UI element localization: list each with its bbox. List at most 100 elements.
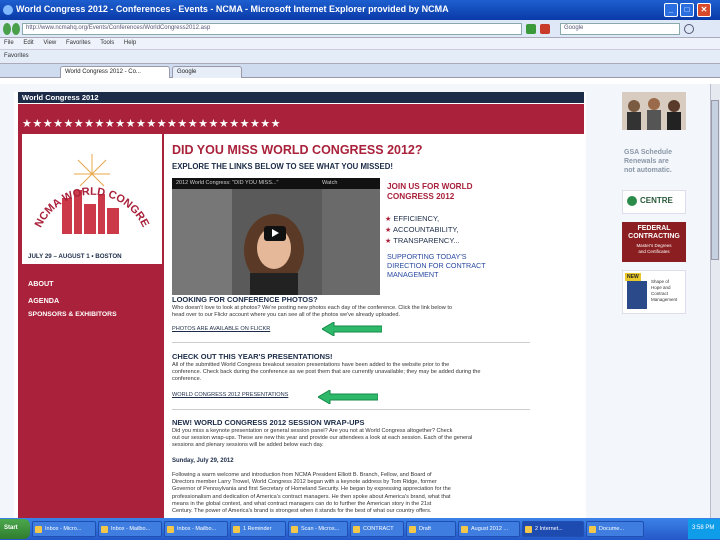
star-bullet-icon: ★: [385, 238, 392, 245]
taskbar-item[interactable]: Inbox - Mailbo...: [164, 521, 228, 537]
bullet-efficiency: ★ EFFICIENCY,: [385, 214, 439, 223]
menu-bar: File Edit View Favorites Tools Help: [0, 38, 720, 50]
tab-bar: World Congress 2012 - Co... Google: [0, 64, 720, 78]
book-line: Management: [651, 297, 678, 302]
outlook-icon: [35, 526, 42, 533]
ad-line: Renewals are: [624, 158, 669, 165]
divider: [172, 342, 530, 343]
taskbar-item[interactable]: CONTRACT: [350, 521, 404, 537]
gsa-schedule-ad[interactable]: GSA Schedule Renewals are not automatic.: [624, 148, 672, 175]
taskbar-label: Draft: [419, 526, 431, 532]
menu-view[interactable]: View: [43, 40, 56, 46]
ad-line: CONTRACTING: [628, 233, 680, 240]
new-book-ad[interactable]: NEW Shape of Hope and Contract Managemen…: [622, 270, 686, 314]
photos-heading: LOOKING FOR CONFERENCE PHOTOS?: [172, 295, 318, 304]
flickr-photos-link[interactable]: PHOTOS ARE AVAILABLE ON FLICKR: [172, 326, 270, 332]
presentations-body: All of the submitted World Congress brea…: [172, 362, 480, 384]
taskbar-label: 2 Internet...: [535, 526, 563, 532]
minimize-button[interactable]: _: [664, 3, 678, 17]
stop-icon[interactable]: [540, 24, 550, 34]
taskbar-item[interactable]: Inbox - Micro...: [32, 521, 96, 537]
arrow-left-icon: [318, 390, 378, 404]
search-input[interactable]: Google: [560, 23, 680, 35]
favorites-bar: Favorites: [0, 50, 720, 64]
event-dates: JULY 29 – AUGUST 1 • BOSTON: [22, 250, 162, 264]
outlook-icon: [101, 526, 108, 533]
nav-sponsors-exhibitors[interactable]: SPONSORS & EXHIBITORS: [28, 311, 117, 318]
forward-icon[interactable]: [12, 23, 20, 35]
taskbar-item[interactable]: Inbox - Mailbo...: [98, 521, 162, 537]
tab-world-congress[interactable]: World Congress 2012 - Co...: [60, 66, 170, 78]
banner-bar: World Congress 2012: [18, 92, 584, 103]
federal-contracting-ad[interactable]: FEDERAL CONTRACTING Master's Degrees and…: [622, 222, 686, 262]
menu-file[interactable]: File: [4, 40, 14, 46]
taskbar-label: 1 Reminder: [243, 526, 272, 532]
bullet-accountability: ★ ACCOUNTABILITY,: [385, 225, 459, 234]
taskbar-label: Scan - Micros...: [301, 526, 340, 532]
taskbar-item[interactable]: Scan - Micros...: [288, 521, 348, 537]
nav-about[interactable]: ABOUT: [28, 279, 54, 288]
book-cover-icon: [627, 281, 647, 309]
taskbar-item[interactable]: Docume...: [586, 521, 644, 537]
search-icon[interactable]: [684, 24, 694, 34]
tagline-line: SUPPORTING TODAY'S: [387, 252, 467, 261]
ad-line: not automatic.: [624, 167, 672, 174]
folder-icon: [353, 526, 360, 533]
video-player[interactable]: 2012 World Congress: "DID YOU MISS..." W…: [172, 178, 380, 295]
nav-agenda[interactable]: AGENDA: [28, 296, 59, 305]
taskbar-label: Inbox - Micro...: [45, 526, 82, 532]
back-icon[interactable]: [3, 23, 11, 35]
ad-line: GSA Schedule: [624, 149, 672, 156]
outlook-icon: [167, 526, 174, 533]
menu-help[interactable]: Help: [124, 40, 136, 46]
menu-favorites[interactable]: Favorites: [66, 40, 91, 46]
sunday-summary: Following a warm welcome and introductio…: [172, 472, 451, 515]
session-date: Sunday, July 29, 2012: [172, 458, 234, 464]
document-icon: [409, 526, 416, 533]
favorites-button[interactable]: Favorites: [4, 53, 29, 59]
address-field[interactable]: http://www.ncmahq.org/Events/Conferences…: [22, 23, 522, 35]
start-button[interactable]: Start: [0, 519, 30, 539]
logo-graphic: NCMA WORLD CONGRESS 2012: [18, 125, 151, 234]
book-title: Shape of Hope and Contract Management: [651, 279, 677, 303]
refresh-icon[interactable]: [526, 24, 536, 34]
body-line: means in the global context, and what co…: [172, 500, 432, 507]
body-line: Following a warm welcome and introductio…: [172, 472, 432, 478]
centre-ad[interactable]: CENTRE: [622, 190, 686, 214]
menu-tools[interactable]: Tools: [100, 40, 114, 46]
scrollbar-thumb[interactable]: [711, 100, 719, 260]
new-badge: NEW: [625, 273, 641, 281]
ad-subtext: Master's Degrees and Certificates: [622, 243, 686, 254]
menu-edit[interactable]: Edit: [23, 40, 33, 46]
page-subtitle: EXPLORE THE LINKS BELOW TO SEE WHAT YOU …: [172, 162, 393, 171]
body-line: Who doesn't love to look at photos? We'r…: [172, 305, 453, 311]
body-line: out our session wrap-ups. These are new …: [172, 435, 473, 442]
taskbar-item[interactable]: Draft: [406, 521, 456, 537]
taskbar-item[interactable]: August 2012 ...: [458, 521, 520, 537]
body-line: Directors member Larry Trowel, World Con…: [172, 479, 437, 486]
close-button[interactable]: ✕: [697, 3, 711, 17]
document-icon: [461, 526, 468, 533]
body-line: All of the submitted World Congress brea…: [172, 362, 450, 368]
body-line: conference. Check back during the confer…: [172, 369, 481, 376]
document-icon: [291, 526, 298, 533]
star-bullet-icon: ★: [385, 216, 392, 223]
body-line: head over to our Flickr account where yo…: [172, 312, 401, 319]
body-line: conference.: [172, 376, 202, 383]
reminder-icon: [233, 526, 240, 533]
presentations-link[interactable]: WORLD CONGRESS 2012 PRESENTATIONS: [172, 392, 288, 398]
bullet-transparency: ★ TRANSPARENCY...: [385, 236, 460, 245]
ad-subline: Master's Degrees: [636, 243, 672, 248]
address-toolbar: http://www.ncmahq.org/Events/Conferences…: [0, 20, 720, 38]
taskbar-label: Inbox - Mailbo...: [177, 526, 217, 532]
taskbar-item-active[interactable]: 2 Internet...: [522, 521, 584, 537]
play-button[interactable]: [264, 226, 286, 241]
maximize-button[interactable]: □: [680, 3, 694, 17]
divider: [172, 409, 530, 410]
tab-google[interactable]: Google: [172, 66, 242, 78]
taskbar-item[interactable]: 1 Reminder: [230, 521, 286, 537]
body-line: Governor of Pennsylvania and first Secre…: [172, 486, 451, 493]
window-title-bar: World Congress 2012 - Conferences - Even…: [0, 0, 720, 20]
star-bullet-icon: ★: [385, 227, 392, 234]
tagline-line: DIRECTION FOR CONTRACT: [387, 261, 486, 270]
